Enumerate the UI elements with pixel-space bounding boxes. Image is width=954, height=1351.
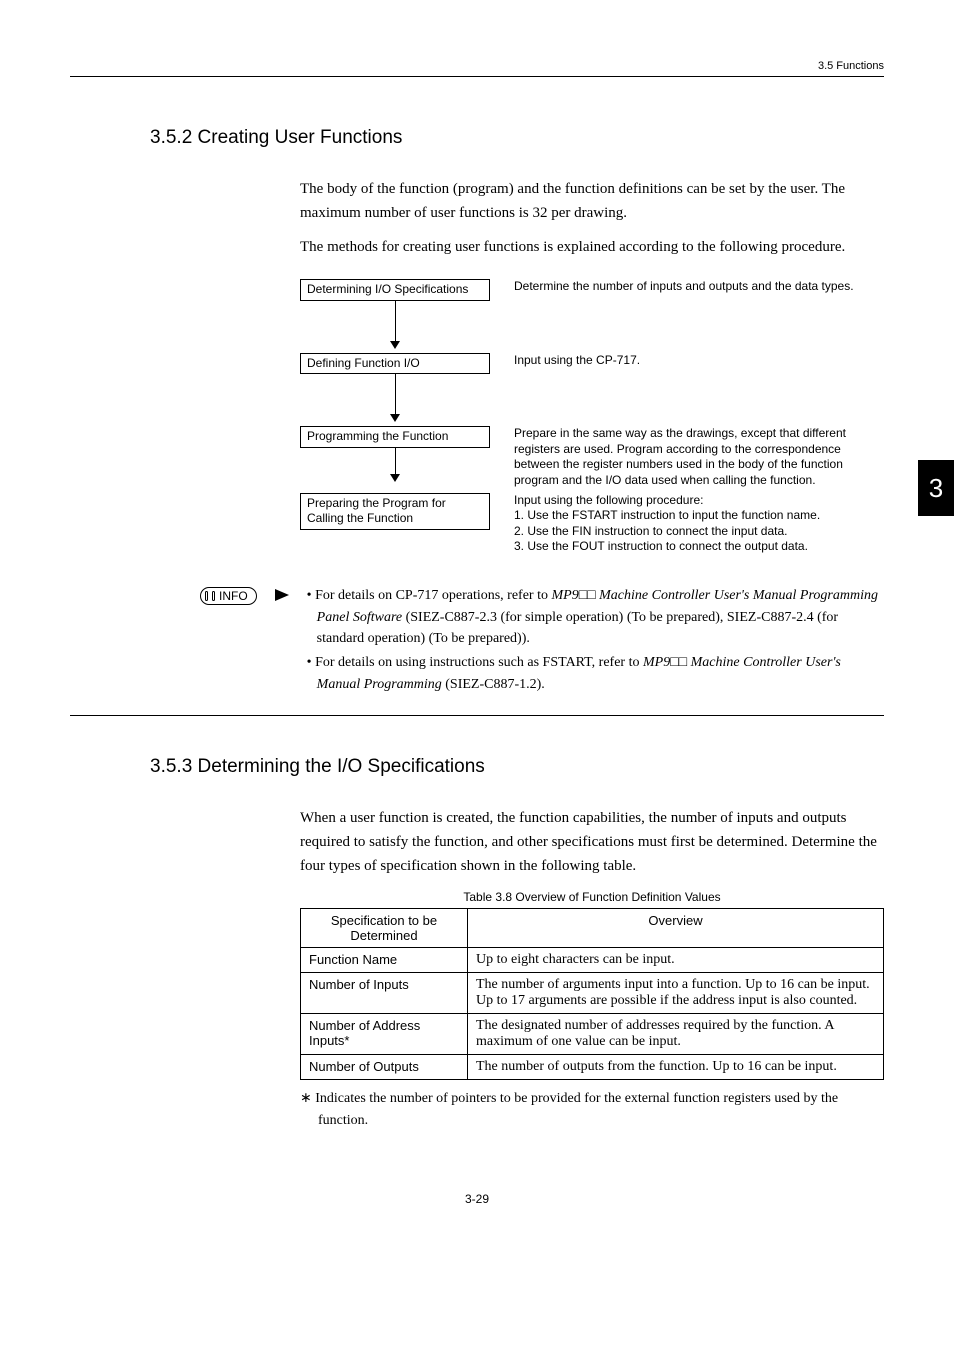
flow-step: Programming the Function Prepare in the … bbox=[300, 426, 884, 488]
text-run-italic: MP9 bbox=[643, 655, 670, 670]
placeholder-squares: □□ bbox=[670, 655, 687, 670]
flow-step: Preparing the Program for Calling the Fu… bbox=[300, 493, 884, 555]
text-run: The number of arguments input into a fun… bbox=[476, 977, 870, 992]
table-cell: The designated number of addresses requi… bbox=[468, 1014, 884, 1055]
page-number: 3-29 bbox=[70, 1192, 884, 1206]
flow-description-line: 2. Use the FIN instruction to connect th… bbox=[514, 524, 788, 538]
table-cell-label: Number of Outputs bbox=[301, 1055, 468, 1080]
text-run: • For details on using instructions such… bbox=[307, 655, 643, 670]
info-badge: INFO bbox=[200, 587, 257, 605]
flow-step: Determining I/O Specifications Determine… bbox=[300, 279, 884, 349]
text-run: (SIEZ-C887-1.2). bbox=[442, 677, 545, 692]
flow-description: Input using the CP-717. bbox=[514, 353, 884, 369]
info-item: • For details on using instructions such… bbox=[307, 652, 884, 695]
pointer-icon bbox=[275, 589, 289, 601]
running-header: 3.5 Functions bbox=[70, 60, 884, 77]
flow-description-line: 3. Use the FOUT instruction to connect t… bbox=[514, 539, 808, 553]
table-cell-label: Function Name bbox=[301, 948, 468, 973]
info-icon bbox=[205, 591, 215, 601]
table-cell-label: Number of Address Inputs* bbox=[301, 1014, 468, 1055]
flow-arrow-icon bbox=[390, 448, 400, 482]
flow-box: Preparing the Program for Calling the Fu… bbox=[300, 493, 490, 530]
table-header-row: Specification to be Determined Overview bbox=[301, 909, 884, 948]
info-badge-label: INFO bbox=[219, 589, 248, 603]
flow-arrow-icon bbox=[390, 374, 400, 422]
table-row: Number of Inputs The number of arguments… bbox=[301, 973, 884, 1014]
flow-box: Defining Function I/O bbox=[300, 353, 490, 375]
flow-description: Prepare in the same way as the drawings,… bbox=[514, 426, 884, 488]
flow-box: Programming the Function bbox=[300, 426, 490, 448]
info-text: • For details on CP-717 operations, refe… bbox=[307, 585, 884, 697]
table-cell: Up to eight characters can be input. bbox=[468, 948, 884, 973]
placeholder-squares: □□ bbox=[579, 588, 596, 603]
info-item: • For details on CP-717 operations, refe… bbox=[307, 585, 884, 650]
body-paragraph: The methods for creating user functions … bbox=[300, 235, 884, 259]
flow-arrow-icon bbox=[390, 301, 400, 349]
info-callout: INFO • For details on CP-717 operations,… bbox=[70, 585, 884, 716]
body-paragraph: The body of the function (program) and t… bbox=[300, 177, 884, 225]
chapter-tab: 3 bbox=[918, 460, 954, 516]
table-cell: The number of arguments input into a fun… bbox=[468, 973, 884, 1014]
section-heading-352: 3.5.2 Creating User Functions bbox=[70, 127, 884, 149]
table-row: Number of Outputs The number of outputs … bbox=[301, 1055, 884, 1080]
flow-box: Determining I/O Specifications bbox=[300, 279, 490, 301]
spec-table: Specification to be Determined Overview … bbox=[300, 908, 884, 1080]
table-header-cell: Overview bbox=[468, 909, 884, 948]
table-row: Number of Address Inputs* The designated… bbox=[301, 1014, 884, 1055]
text-run: • For details on CP-717 operations, refe… bbox=[307, 588, 552, 603]
body-paragraph: When a user function is created, the fun… bbox=[300, 806, 884, 878]
table-footnote: ∗ Indicates the number of pointers to be… bbox=[300, 1088, 884, 1131]
table-cell: The number of outputs from the function.… bbox=[468, 1055, 884, 1080]
flow-description-line: 1. Use the FSTART instruction to input t… bbox=[514, 508, 820, 522]
flow-description: Input using the following procedure: 1. … bbox=[514, 493, 884, 555]
text-run: Up to 17 arguments are possible if the a… bbox=[476, 993, 857, 1008]
table-cell-label: Number of Inputs bbox=[301, 973, 468, 1014]
flow-step: Defining Function I/O Input using the CP… bbox=[300, 353, 884, 423]
table-row: Function Name Up to eight characters can… bbox=[301, 948, 884, 973]
flowchart: Determining I/O Specifications Determine… bbox=[300, 279, 884, 555]
flow-description: Determine the number of inputs and outpu… bbox=[514, 279, 884, 295]
table-caption: Table 3.8 Overview of Function Definitio… bbox=[300, 890, 884, 904]
section-heading-353: 3.5.3 Determining the I/O Specifications bbox=[70, 756, 884, 778]
flow-description-line: Input using the following procedure: bbox=[514, 493, 703, 507]
text-run-italic: MP9 bbox=[551, 588, 578, 603]
table-header-cell: Specification to be Determined bbox=[301, 909, 468, 948]
